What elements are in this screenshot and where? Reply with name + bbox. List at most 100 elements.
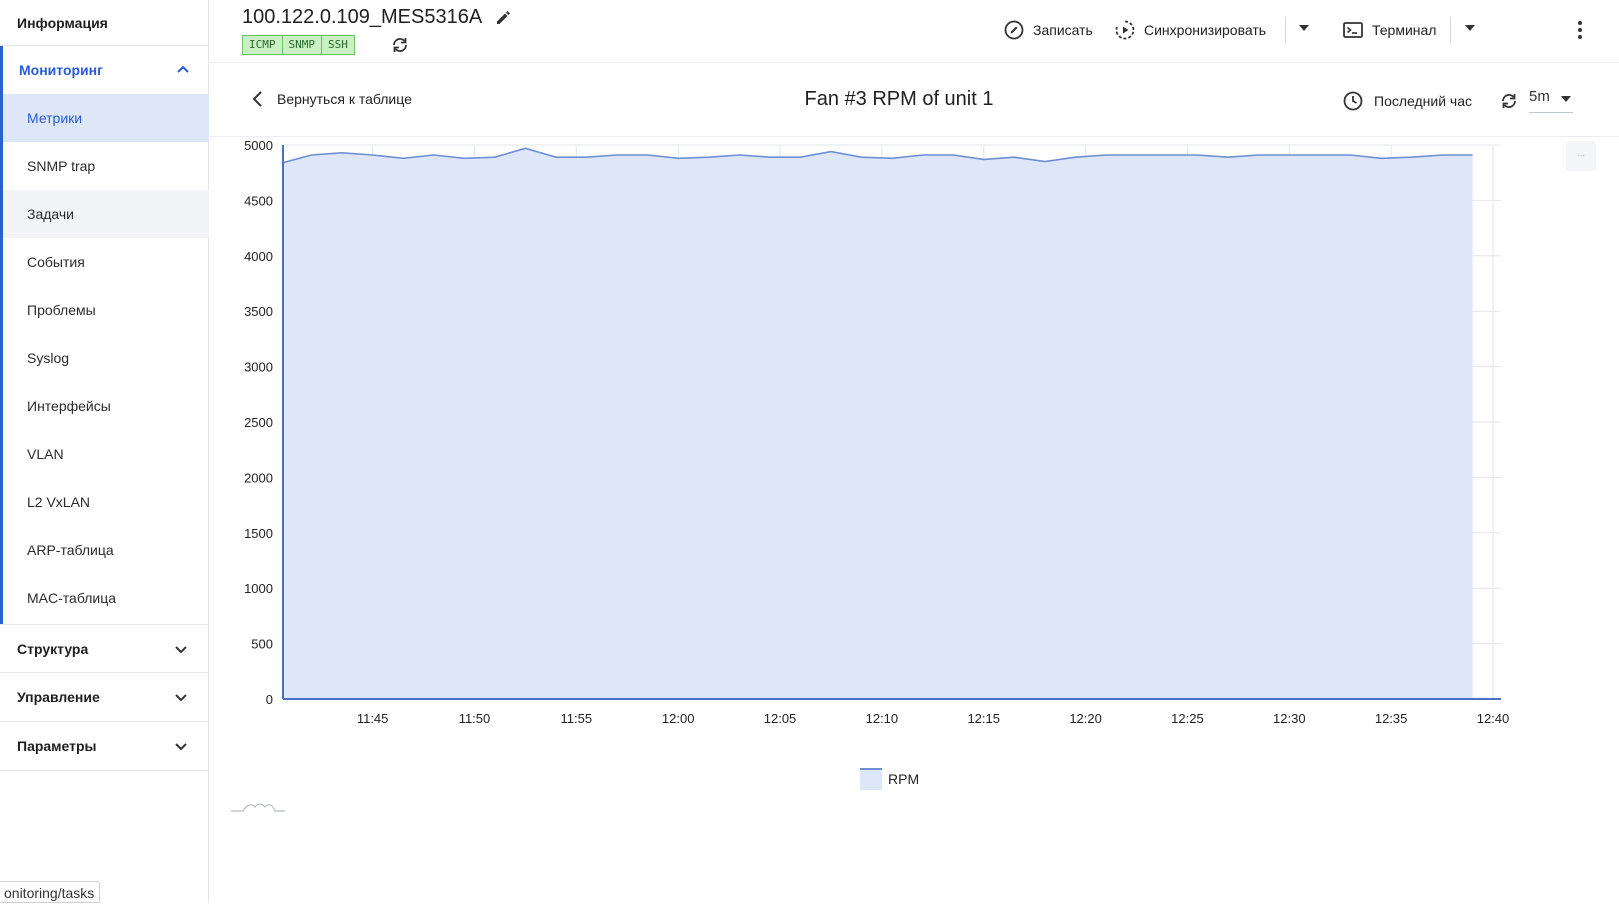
rpm-data-point[interactable] [1042, 159, 1048, 165]
y-tick-label: 2000 [244, 470, 273, 485]
rpm-data-point[interactable] [1103, 152, 1109, 158]
rpm-data-point[interactable] [1347, 152, 1353, 158]
sidebar-section-structure[interactable]: Структура [0, 624, 209, 673]
rpm-data-point[interactable] [1164, 152, 1170, 158]
rpm-data-point[interactable] [706, 154, 712, 160]
rpm-data-point[interactable] [309, 152, 315, 158]
x-tick-label: 12:25 [1171, 711, 1204, 726]
chevron-left-icon [252, 91, 262, 107]
rpm-data-point[interactable] [675, 155, 681, 161]
clock-icon [1343, 91, 1363, 111]
rpm-data-point[interactable] [1011, 154, 1017, 160]
sidebar-section-management-label: Управление [17, 689, 100, 705]
rpm-data-point[interactable] [1439, 152, 1445, 158]
rpm-data-point[interactable] [522, 145, 528, 151]
y-tick-label: 1500 [244, 526, 273, 541]
rpm-data-point[interactable] [1409, 154, 1415, 160]
sidebar-item-label: SNMP trap [27, 158, 96, 174]
sidebar-item-mac-table[interactable]: MAC-таблица [3, 574, 209, 622]
chevron-down-icon [175, 694, 187, 702]
rpm-data-point[interactable] [339, 150, 345, 156]
sidebar-item-label: Syslog [27, 350, 70, 366]
sidebar-item-label: VLAN [27, 446, 64, 462]
rpm-data-point[interactable] [584, 154, 590, 160]
sidebar-item-l2-vxlan[interactable]: L2 VxLAN [3, 478, 209, 526]
x-tick-label: 12:05 [764, 711, 797, 726]
back-to-table-label: Вернуться к таблице [277, 91, 412, 107]
rpm-data-point[interactable] [889, 155, 895, 161]
y-tick-label: 4500 [244, 193, 273, 208]
sidebar-section-parameters[interactable]: Параметры [0, 722, 209, 771]
back-to-table-link[interactable]: Вернуться к таблице [249, 90, 412, 108]
sync-dropdown-toggle[interactable] [1299, 25, 1309, 31]
sidebar-item-tasks[interactable]: Задачи [3, 190, 209, 238]
chart-options-button[interactable]: ... [1566, 141, 1596, 171]
sidebar-item-label: L2 VxLAN [27, 494, 91, 510]
rpm-data-point[interactable] [370, 152, 376, 158]
rpm-data-point[interactable] [645, 152, 651, 158]
rpm-data-point[interactable] [1225, 154, 1231, 160]
sidebar-item-label: Проблемы [27, 302, 96, 318]
kebab-icon[interactable] [1575, 19, 1585, 41]
x-tick-label: 12:40 [1477, 711, 1510, 726]
y-tick-label: 5000 [244, 138, 273, 153]
rpm-data-point[interactable] [400, 155, 406, 161]
protocol-badges: ICMP SNMP SSH [242, 35, 355, 55]
sidebar-section-structure-label: Структура [17, 640, 89, 657]
chart-legend[interactable]: RPM [860, 768, 919, 790]
rpm-data-point[interactable] [492, 154, 498, 160]
record-button[interactable]: Записать [1003, 17, 1093, 43]
rpm-data-point[interactable] [797, 154, 803, 160]
sidebar-item-label: ARP-таблица [27, 542, 114, 558]
sidebar-item-metrics[interactable]: Метрики [3, 94, 209, 142]
sidebar: Информация Мониторинг Метрики SNMP trap … [0, 0, 209, 903]
sidebar-item-vlan[interactable]: VLAN [3, 430, 209, 478]
sidebar-section-monitoring[interactable]: Мониторинг [3, 46, 209, 94]
refresh-interval-select[interactable]: 5m [1529, 88, 1573, 113]
rpm-data-point[interactable] [1317, 152, 1323, 158]
rpm-data-point[interactable] [736, 152, 742, 158]
sidebar-section-management[interactable]: Управление [0, 673, 209, 722]
rpm-data-point[interactable] [461, 155, 467, 161]
rpm-data-point[interactable] [920, 152, 926, 158]
sidebar-item-problems[interactable]: Проблемы [3, 286, 209, 334]
sidebar-item-label: Задачи [27, 206, 75, 222]
sidebar-item-label: Метрики [27, 110, 83, 126]
terminal-dropdown-toggle[interactable] [1465, 25, 1475, 31]
sidebar-item-events[interactable]: События [3, 238, 209, 286]
refresh-interval-value: 5m [1529, 88, 1550, 105]
rpm-data-point[interactable] [1195, 152, 1201, 158]
time-range-picker[interactable]: Последний час [1342, 90, 1472, 112]
rpm-data-point[interactable] [767, 154, 773, 160]
sidebar-item-snmp-trap[interactable]: SNMP trap [3, 142, 209, 190]
rpm-data-point[interactable] [1072, 154, 1078, 160]
rpm-data-point[interactable] [828, 149, 834, 155]
y-tick-label: 0 [266, 692, 273, 707]
sidebar-section-info[interactable]: Информация [0, 0, 209, 46]
chevron-down-icon [175, 743, 187, 751]
sparkline-icon[interactable] [231, 797, 285, 813]
rpm-data-point[interactable] [1256, 152, 1262, 158]
sidebar-item-arp-table[interactable]: ARP-таблица [3, 526, 209, 574]
rpm-data-point[interactable] [553, 154, 559, 160]
sidebar-item-interfaces[interactable]: Интерфейсы [3, 382, 209, 430]
rpm-data-point[interactable] [614, 152, 620, 158]
y-tick-label: 2500 [244, 415, 273, 430]
rpm-data-point[interactable] [1470, 152, 1476, 158]
rpm-data-point[interactable] [981, 156, 987, 162]
rpm-data-point[interactable] [1134, 152, 1140, 158]
x-tick-label: 11:55 [561, 711, 593, 726]
sidebar-section-monitoring-label: Мониторинг [19, 62, 103, 78]
pencil-icon[interactable] [494, 8, 512, 26]
rpm-data-point[interactable] [950, 152, 956, 158]
rpm-data-point[interactable] [1286, 152, 1292, 158]
refresh-icon[interactable] [1499, 91, 1519, 111]
chevron-up-icon [177, 65, 189, 73]
rpm-data-point[interactable] [1378, 155, 1384, 161]
rpm-data-point[interactable] [859, 154, 865, 160]
terminal-button[interactable]: Терминал [1342, 17, 1436, 43]
rpm-data-point[interactable] [431, 152, 437, 158]
sidebar-item-syslog[interactable]: Syslog [3, 334, 209, 382]
sync-icon[interactable] [390, 35, 410, 55]
sync-button[interactable]: Синхронизировать [1114, 17, 1266, 43]
